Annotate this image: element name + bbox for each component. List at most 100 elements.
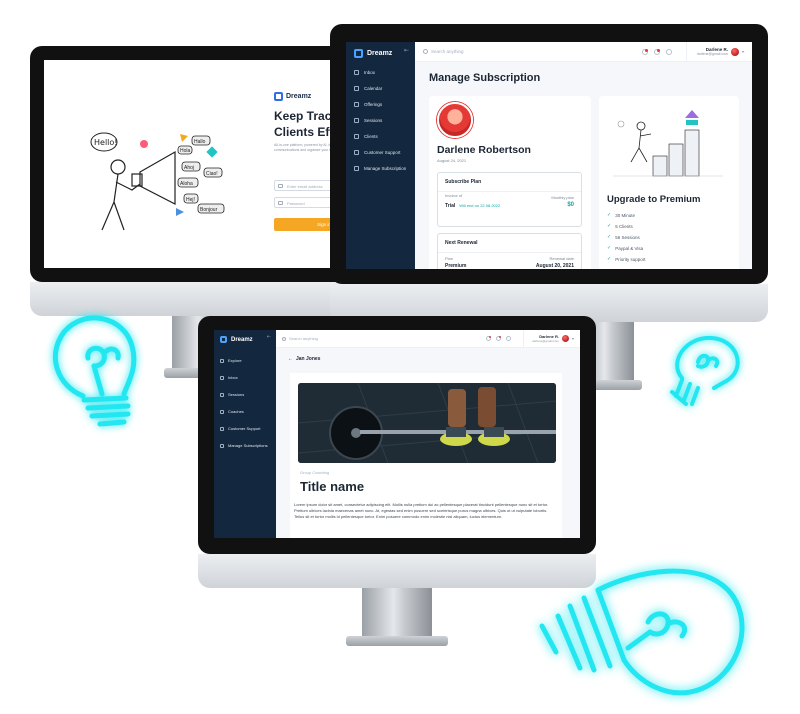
sidebar-item-manage-subscriptions[interactable]: Manage Subscriptions <box>220 443 268 448</box>
user-email: darlene@gmail.com <box>696 52 728 56</box>
support-icon <box>220 426 224 431</box>
sidebar-item-customer-support[interactable]: Customer Support <box>220 426 268 431</box>
chevron-down-icon: ▾ <box>571 336 574 341</box>
sidebar-item-calendar[interactable]: Calendar <box>354 86 406 91</box>
word-aloha: Aloha <box>180 181 193 187</box>
user-email: darlene@gmail.com <box>532 339 559 343</box>
bottom-monitor-stand <box>362 588 432 640</box>
brand-name: Dreamz <box>286 93 312 100</box>
sidebar-item-manage-subscription[interactable]: Manage Subscription <box>354 166 406 171</box>
brand-name: Dreamz <box>367 50 393 57</box>
collapse-icon[interactable]: ⇤ <box>267 334 271 340</box>
bottom-monitor-foot <box>346 636 448 646</box>
megaphone-illustration: Hello! Hola Hallo Ahoj Aloha Ciao! Hej! <box>90 132 225 231</box>
messages-icon[interactable] <box>486 336 492 341</box>
sidebar-item-clients[interactable]: Clients <box>354 134 406 139</box>
gear-icon[interactable] <box>665 48 672 55</box>
arrow-left-icon: ← <box>288 356 293 362</box>
renewal-date: August 20, 2021 <box>535 263 574 269</box>
explore-icon <box>220 358 224 363</box>
sidebar-item-customer-support[interactable]: Customer Support <box>354 150 406 155</box>
collapse-icon[interactable]: ⇤ <box>404 47 409 54</box>
brand-name: Dreamz <box>231 336 253 343</box>
renewal-date-label: Renewal date <box>549 256 574 261</box>
plan-price: $0 <box>567 202 574 208</box>
sidebar-nav: Inbox Calendar Offerings Sessions Client… <box>354 70 406 171</box>
topbar-icons <box>641 48 672 55</box>
content-body: Lorem ipsum dolor sit amet, consectetur … <box>294 502 549 519</box>
profile-avatar <box>437 102 473 138</box>
sidebar-item-label: Manage Subscriptions <box>228 443 268 448</box>
upgrade-title: Upgrade to Premium <box>607 194 701 205</box>
lightbulb-icon <box>670 335 740 406</box>
sidebar-item-label: Customer Support <box>364 150 401 155</box>
lock-icon <box>278 201 283 205</box>
feature-item: ✓ 56 Sessions <box>607 234 640 240</box>
search-placeholder: Search anything <box>289 336 318 341</box>
back-label: Jan Jones <box>296 356 321 362</box>
word-hola: Hola <box>180 148 191 154</box>
subscription-icon <box>220 443 224 448</box>
offerings-icon <box>354 102 359 107</box>
avatar <box>561 335 569 342</box>
login-screen: Hello! Hola Hallo Ahoj Aloha Ciao! Hej! <box>44 60 370 268</box>
sidebar-item-label: Offerings <box>364 102 383 107</box>
category-label: Group Coaching <box>300 470 330 475</box>
search-input[interactable]: Search anything <box>282 336 318 341</box>
bell-icon[interactable] <box>496 336 502 341</box>
sidebar-item-label: Calendar <box>364 86 383 91</box>
feature-item: ✓ Priority support <box>607 256 646 262</box>
feature-item: ✓ 5 Clients <box>607 223 633 229</box>
back-link[interactable]: ← Jan Jones <box>288 356 320 362</box>
sidebar-item-label: Inbox <box>364 70 376 75</box>
sidebar-item-inbox[interactable]: Inbox <box>354 70 406 75</box>
profile-card: Darlene Robertson August 24, 2021 Subscr… <box>429 96 591 269</box>
subscribe-plan-title: Subscribe Plan <box>438 173 581 192</box>
check-icon: ✓ <box>607 245 612 251</box>
sidebar-item-explore[interactable]: Explore <box>220 358 268 363</box>
password-placeholder: Password <box>287 201 305 206</box>
topbar: Search anything Darlene R. darlene@gmail… <box>415 42 752 62</box>
monthly-label: Monthly plan <box>551 195 574 200</box>
bell-icon[interactable] <box>653 48 660 55</box>
word-hej: Hej! <box>186 197 195 203</box>
check-icon: ✓ <box>607 212 612 218</box>
login-brand: Dreamz <box>274 92 311 101</box>
sidebar-item-coaches[interactable]: Coaches <box>220 409 268 414</box>
promo-composition: Hello! Hola Hallo Ahoj Aloha Ciao! Hej! <box>0 0 800 714</box>
sidebar-item-label: Sessions <box>228 392 245 397</box>
plan-name: Trial <box>445 203 456 209</box>
plan-row: Trial Will end on 22.08.2022 <box>445 203 500 209</box>
search-input[interactable]: Search anything <box>423 49 464 54</box>
gear-icon[interactable] <box>506 336 512 341</box>
user-menu[interactable]: Darlene R. darlene@gmail.com ▾ <box>685 42 744 62</box>
content-title: Title name <box>300 479 365 494</box>
sidebar-item-inbox[interactable]: Inbox <box>220 375 268 380</box>
sidebar: Dreamz ⇤ Inbox Calendar Offerings Sessio… <box>346 42 415 269</box>
sidebar-item-sessions[interactable]: Sessions <box>220 392 268 397</box>
brand-logo-icon <box>274 92 283 101</box>
sidebar-nav: Explore Inbox Sessions Coaches Customer … <box>220 358 268 448</box>
subscription-icon <box>354 166 359 171</box>
renewal-plan-label: Plan <box>445 256 454 261</box>
sidebar-item-sessions[interactable]: Sessions <box>354 118 406 123</box>
avatar <box>730 47 739 56</box>
sidebar-item-offerings[interactable]: Offerings <box>354 102 406 107</box>
plan-end: Will end on 22.08.2022 <box>459 203 501 208</box>
clients-icon <box>354 134 359 139</box>
coaches-icon <box>220 409 224 414</box>
inbox-icon <box>354 70 359 75</box>
sidebar-item-label: Coaches <box>228 409 244 414</box>
sessions-icon <box>220 392 224 397</box>
user-menu[interactable]: Darlene R. darlene@gmail.com ▾ <box>523 330 574 348</box>
sidebar-item-label: Inbox <box>228 375 238 380</box>
topbar: Search anything Darlene R. darlene@gmail… <box>276 330 580 348</box>
check-icon: ✓ <box>607 223 612 229</box>
invoice-label: Invoice of <box>445 193 463 198</box>
chevron-down-icon: ▾ <box>741 49 744 54</box>
sidebar-brand: Dreamz <box>220 336 253 343</box>
hero-image <box>298 383 556 463</box>
messages-icon[interactable] <box>641 48 648 55</box>
calendar-icon <box>354 86 359 91</box>
sessions-icon <box>354 118 359 123</box>
